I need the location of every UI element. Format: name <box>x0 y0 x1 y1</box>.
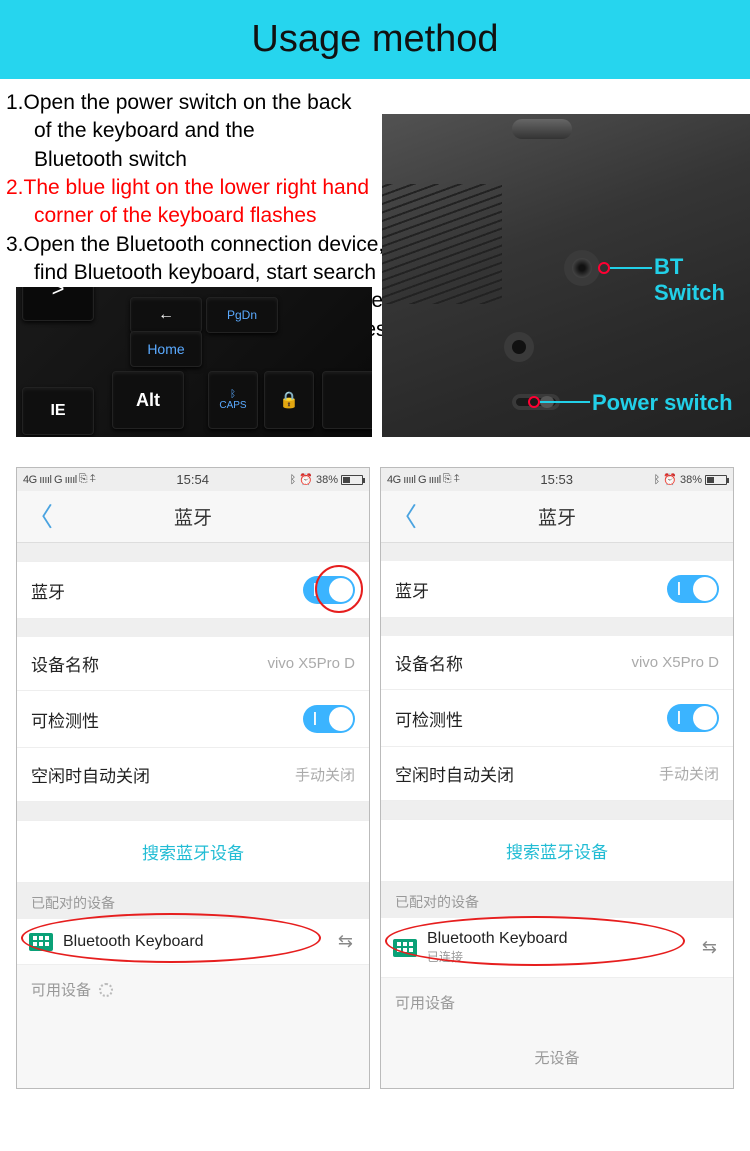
keyboard-icon <box>29 933 53 951</box>
bluetooth-icon: ᛒ <box>654 474 661 486</box>
toggle-on-icon[interactable] <box>667 575 719 603</box>
vent-lines <box>382 184 502 304</box>
key-ie: IE <box>22 387 94 435</box>
available-label: 可用设备 <box>31 979 91 1000</box>
top-section: 1.Open the power switch on the back of t… <box>0 79 750 437</box>
available-devices-label: 可用设备 <box>17 965 369 1014</box>
status-icons: ⎘ ⍏ <box>79 473 96 486</box>
search-devices-link[interactable]: 搜索蓝牙设备 <box>17 820 369 883</box>
toggle-on-icon[interactable] <box>303 705 355 733</box>
auto-off-value: 手动关闭 <box>295 764 355 785</box>
bt-switch-label: BT Switch <box>654 254 750 306</box>
nav-title: 蓝牙 <box>538 503 576 530</box>
status-icons: ⎘ ⍏ <box>443 473 460 486</box>
paired-section-label: 已配对的设备 <box>381 882 733 918</box>
bluetooth-toggle-row[interactable]: 蓝牙 <box>381 561 733 618</box>
back-button[interactable]: 〈 <box>27 504 53 530</box>
key-pgdn: PgDn <box>206 297 278 333</box>
auto-off-row[interactable]: 空闲时自动关闭 手动关闭 <box>381 747 733 801</box>
nav-bar: 〈 蓝牙 <box>381 491 733 543</box>
key-lock: 🔒 <box>264 371 314 429</box>
device-name-label: 设备名称 <box>395 650 463 675</box>
phone-screenshots-row: 4G ııııl G ııııl ⎘ ⍏ 15:54 ᛒ ⏰ 38% 〈 蓝牙 … <box>0 437 750 1109</box>
device-name-row[interactable]: 设备名称 vivo X5Pro D <box>381 636 733 690</box>
nav-title: 蓝牙 <box>174 503 212 530</box>
device-back-photo: BT Switch Power switch <box>382 114 750 437</box>
loading-spinner-icon <box>99 983 113 997</box>
bt-annotation-dot <box>598 262 610 274</box>
device-name-value: vivo X5Pro D <box>267 655 355 672</box>
keyboard-photo: > ← PgDn Home Alt IE ᛒ CAPS 🔒 <box>16 287 372 437</box>
no-device-text: 无设备 <box>381 1027 733 1088</box>
back-button[interactable]: 〈 <box>391 504 417 530</box>
auto-off-label: 空闲时自动关闭 <box>395 761 514 786</box>
header-title: Usage method <box>251 18 498 60</box>
status-time: 15:53 <box>460 472 654 487</box>
paired-device-row[interactable]: Bluetooth Keyboard 已连接 ⇆ <box>381 918 733 978</box>
key-arrow: > <box>22 287 94 321</box>
device-name: Bluetooth Keyboard <box>427 930 688 948</box>
power-switch-label: Power switch <box>592 390 733 416</box>
available-devices-label: 可用设备 <box>381 978 733 1027</box>
device-name-label: 设备名称 <box>31 651 99 676</box>
key-alt: Alt <box>112 371 184 429</box>
phone-screenshot-left: 4G ııııl G ııııl ⎘ ⍏ 15:54 ᛒ ⏰ 38% 〈 蓝牙 … <box>16 467 370 1089</box>
available-label: 可用设备 <box>395 992 455 1013</box>
discoverable-label: 可检测性 <box>31 707 99 732</box>
toggle-on-icon[interactable] <box>667 704 719 732</box>
paired-section-label: 已配对的设备 <box>17 883 369 919</box>
auto-off-value: 手动关闭 <box>659 763 719 784</box>
status-time: 15:54 <box>96 472 290 487</box>
device-name-value: vivo X5Pro D <box>631 654 719 671</box>
signal-text: 4G ııııl G ııııl <box>23 474 77 486</box>
key-caps: ᛒ CAPS <box>208 371 258 429</box>
phone-screenshot-right: 4G ııııl G ııııl ⎘ ⍏ 15:53 ᛒ ⏰ 38% 〈 蓝牙 … <box>380 467 734 1089</box>
page-header: Usage method <box>0 0 750 79</box>
alarm-icon: ⏰ <box>663 473 677 486</box>
device-status: 已连接 <box>427 948 688 965</box>
device-settings-icon[interactable]: ⇆ <box>334 931 357 952</box>
status-bar: 4G ııııl G ııııl ⎘ ⍏ 15:53 ᛒ ⏰ 38% <box>381 468 733 491</box>
battery-pct: 38% <box>680 474 702 486</box>
bluetooth-label: 蓝牙 <box>395 577 429 602</box>
key-home: Home <box>130 331 202 367</box>
reset-hole <box>512 340 526 354</box>
alarm-icon: ⏰ <box>299 473 313 486</box>
key-blank <box>322 371 372 429</box>
battery-pct: 38% <box>316 474 338 486</box>
status-right: ᛒ ⏰ 38% <box>290 473 363 486</box>
status-signal: 4G ııııl G ııııl ⎘ ⍏ <box>23 473 96 486</box>
rubber-foot <box>512 119 572 139</box>
bluetooth-icon: ᛒ <box>290 474 297 486</box>
bt-annotation-line <box>610 267 652 269</box>
search-devices-link[interactable]: 搜索蓝牙设备 <box>381 819 733 882</box>
nav-bar: 〈 蓝牙 <box>17 491 369 543</box>
auto-off-label: 空闲时自动关闭 <box>31 762 150 787</box>
status-right: ᛒ ⏰ 38% <box>654 473 727 486</box>
paired-device-row[interactable]: Bluetooth Keyboard ⇆ <box>17 919 369 965</box>
caps-label: CAPS <box>219 400 246 411</box>
bluetooth-label: 蓝牙 <box>31 578 65 603</box>
bluetooth-toggle-row[interactable]: 蓝牙 <box>17 561 369 619</box>
status-signal: 4G ııııl G ııııl ⎘ ⍏ <box>387 473 460 486</box>
bt-switch-hole <box>572 258 592 278</box>
toggle-on-icon[interactable] <box>303 576 355 604</box>
device-name-row[interactable]: 设备名称 vivo X5Pro D <box>17 637 369 691</box>
power-annotation-dot <box>528 396 540 408</box>
power-annotation-line <box>540 401 590 403</box>
auto-off-row[interactable]: 空闲时自动关闭 手动关闭 <box>17 748 369 802</box>
discoverable-label: 可检测性 <box>395 706 463 731</box>
key-arrow-left: ← <box>130 297 202 333</box>
keyboard-icon <box>393 939 417 957</box>
device-settings-icon[interactable]: ⇆ <box>698 937 721 958</box>
status-bar: 4G ııııl G ııııl ⎘ ⍏ 15:54 ᛒ ⏰ 38% <box>17 468 369 491</box>
discoverable-row[interactable]: 可检测性 <box>17 691 369 748</box>
battery-icon <box>341 475 363 485</box>
bt-icon: ᛒ <box>230 389 236 400</box>
signal-text: 4G ııııl G ııııl <box>387 474 441 486</box>
battery-icon <box>705 475 727 485</box>
device-name: Bluetooth Keyboard <box>63 933 324 951</box>
discoverable-row[interactable]: 可检测性 <box>381 690 733 747</box>
